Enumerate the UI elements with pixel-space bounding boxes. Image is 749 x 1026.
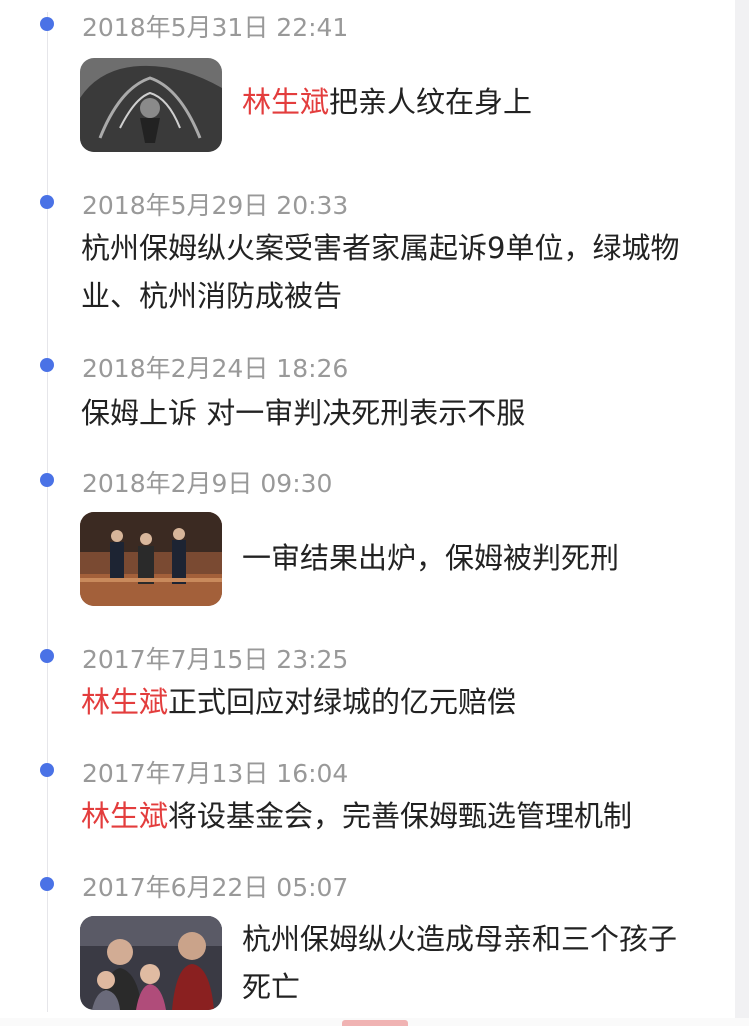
- tattoo-photo[interactable]: [80, 58, 222, 152]
- timeline-time: 2017年7月13日 16:04: [82, 759, 349, 788]
- timeline-dot: [40, 195, 54, 209]
- courtroom-photo[interactable]: [80, 512, 222, 606]
- family-photo[interactable]: [80, 916, 222, 1010]
- timeline-time: 2017年6月22日 05:07: [82, 873, 349, 902]
- timeline-dot: [40, 358, 54, 372]
- timeline-text: 一审结果出炉，保姆被判死刑: [242, 541, 620, 575]
- timeline-text: 保姆上诉 对一审判决死刑表示不服: [81, 396, 526, 430]
- timeline-time: 2018年5月29日 20:33: [82, 191, 349, 220]
- timeline-time: 2017年7月15日 23:25: [82, 645, 349, 674]
- timeline-dot: [40, 473, 54, 487]
- timeline-text: 林生斌将设基金会，完善保姆甄选管理机制: [81, 799, 633, 833]
- timeline-text: 杭州保姆纵火案受害者家属起诉9单位，绿城物业、杭州消防成被告: [81, 231, 680, 313]
- timeline-time: 2018年5月31日 22:41: [82, 13, 349, 42]
- timeline-text: 杭州保姆纵火造成母亲和三个孩子死亡: [242, 922, 678, 1004]
- name-highlight[interactable]: 林生斌: [81, 685, 168, 719]
- page-edge: [735, 0, 749, 1026]
- timeline-dot: [40, 649, 54, 663]
- name-highlight[interactable]: 林生斌: [81, 799, 168, 833]
- timeline-time: 2018年2月9日 09:30: [82, 469, 333, 498]
- timeline-line: [47, 12, 48, 1012]
- timeline-time: 2018年2月24日 18:26: [82, 354, 349, 383]
- timeline-dot: [40, 877, 54, 891]
- timeline-dot: [40, 17, 54, 31]
- timeline-dot: [40, 763, 54, 777]
- timeline-text: 林生斌把亲人纹在身上: [242, 85, 533, 119]
- name-highlight[interactable]: 林生斌: [242, 85, 329, 119]
- timeline-text: 林生斌正式回应对绿城的亿元赔偿: [81, 685, 517, 719]
- bottom-tab-indicator: [342, 1020, 408, 1026]
